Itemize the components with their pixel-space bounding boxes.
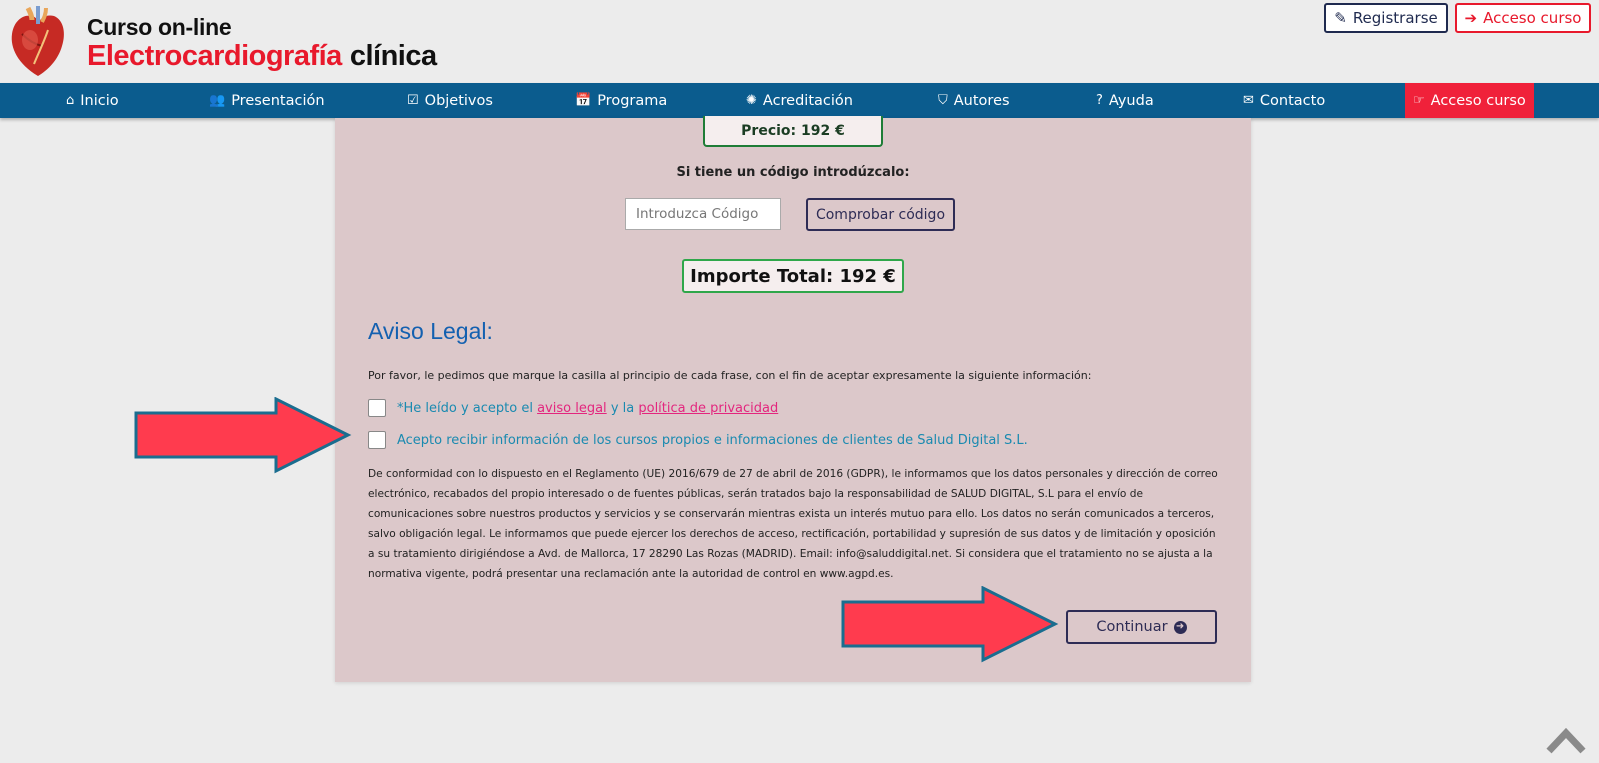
price-box: Precio: 192 €	[703, 116, 883, 147]
annotation-arrow-continue	[841, 586, 1059, 663]
accept-legal-text: *He leído y acepto el aviso legal y la p…	[397, 401, 778, 416]
calendar-check-icon: 📅	[575, 93, 592, 108]
accept-info-checkbox[interactable]	[368, 431, 386, 449]
shield-icon: ⛉	[938, 93, 948, 108]
question-circle-icon: ?	[1096, 93, 1103, 108]
site-header: Curso on-line Electrocardiografía clínica…	[0, 0, 1599, 83]
main-nav: ⌂ Inicio 👥 Presentación ☑ Objetivos 📅 Pr…	[0, 83, 1599, 118]
nav-item-inicio[interactable]: ⌂ Inicio	[66, 83, 119, 118]
nav-item-objetivos[interactable]: ☑ Objetivos	[407, 83, 493, 118]
home-icon: ⌂	[66, 93, 75, 108]
accept-legal-row: *He leído y acepto el aviso legal y la p…	[368, 399, 778, 417]
users-icon: 👥	[209, 93, 226, 108]
nav-item-acceso-curso[interactable]: ☞ Acceso curso	[1405, 83, 1534, 118]
check-square-icon: ☑	[407, 93, 419, 108]
scroll-to-top-icon[interactable]	[1546, 725, 1586, 755]
nav-item-programa[interactable]: 📅 Programa	[575, 83, 667, 118]
nav-item-label: Ayuda	[1108, 92, 1154, 109]
nav-item-label: Inicio	[80, 92, 119, 109]
register-label: Registrarse	[1352, 9, 1438, 27]
total-amount-box: Importe Total: 192 €	[682, 259, 904, 293]
access-course-top-label: Acceso curso	[1483, 9, 1582, 27]
nav-item-autores[interactable]: ⛉ Autores	[938, 83, 1010, 118]
sign-in-icon: ➔	[1464, 9, 1478, 27]
gdpr-text: De conformidad con lo dispuesto en el Re…	[368, 468, 1218, 580]
logo-line-2[interactable]: Electrocardiografía clínica	[87, 40, 437, 73]
nav-item-label: Autores	[953, 92, 1010, 109]
code-prompt: Si tiene un código introdúzcalo:	[676, 165, 910, 180]
legal-notice-title: Aviso Legal:	[368, 318, 493, 344]
logo-line-2-black: clínica	[349, 40, 437, 72]
legal-intro-text: Por favor, le pedimos que marque la casi…	[368, 369, 1092, 382]
accept-info-text: Acepto recibir información de los cursos…	[397, 432, 1028, 448]
certificate-icon: ✺	[746, 93, 757, 108]
accept-legal-prefix: *He leído y acepto el	[397, 400, 533, 416]
accept-info-row: Acepto recibir información de los cursos…	[368, 431, 1028, 449]
pencil-icon: ✎	[1334, 9, 1347, 27]
nav-item-contacto[interactable]: ✉ Contacto	[1243, 83, 1325, 118]
accept-legal-mid: y la	[610, 400, 635, 416]
logo-line-2-red: Electrocardiografía	[87, 40, 342, 72]
check-code-button[interactable]: Comprobar código	[806, 198, 955, 231]
logo-line-1[interactable]: Curso on-line	[87, 14, 232, 41]
checkout-panel: Precio: 192 € Si tiene un código introdú…	[335, 116, 1251, 682]
access-course-top-button[interactable]: ➔ Acceso curso	[1455, 3, 1591, 33]
register-button[interactable]: ✎ Registrarse	[1324, 3, 1448, 33]
arrow-circle-right-icon: ➜	[1173, 620, 1187, 634]
annotation-arrow-checkboxes	[134, 397, 352, 474]
nav-item-label: Presentación	[231, 92, 325, 109]
continue-button[interactable]: Continuar ➜	[1066, 610, 1217, 644]
nav-item-presentacion[interactable]: 👥 Presentación	[209, 83, 325, 118]
nav-item-ayuda[interactable]: ? Ayuda	[1096, 83, 1154, 118]
heart-logo-icon[interactable]	[8, 4, 68, 80]
legal-notice-link[interactable]: aviso legal	[537, 401, 607, 416]
continue-label: Continuar	[1096, 619, 1168, 635]
nav-item-label: Programa	[597, 92, 668, 109]
nav-item-label: Acceso curso	[1430, 92, 1526, 109]
discount-code-input[interactable]	[625, 198, 781, 230]
accept-legal-checkbox[interactable]	[368, 399, 386, 417]
envelope-icon: ✉	[1243, 93, 1254, 108]
nav-item-label: Contacto	[1259, 92, 1326, 109]
nav-item-acreditacion[interactable]: ✺ Acreditación	[746, 83, 853, 118]
hand-point-right-icon: ☞	[1413, 93, 1425, 108]
privacy-policy-link[interactable]: política de privacidad	[638, 401, 778, 416]
nav-item-label: Acreditación	[762, 92, 853, 109]
nav-item-label: Objetivos	[424, 92, 493, 109]
